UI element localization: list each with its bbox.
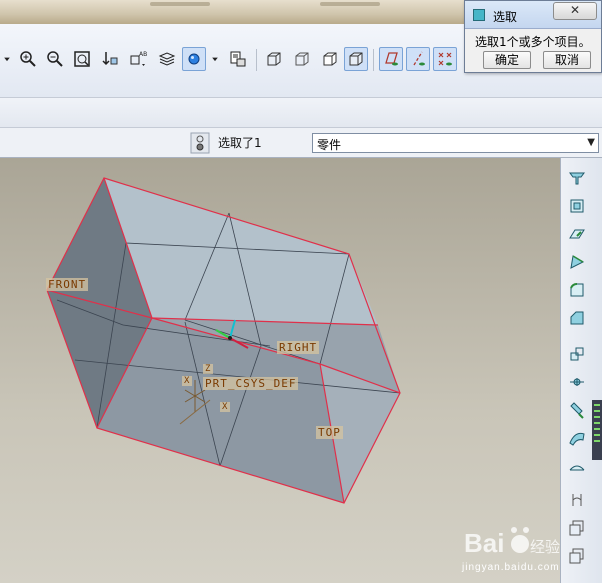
shading-icon[interactable] [344, 47, 368, 71]
toolbar-separator [373, 49, 374, 71]
csys-label[interactable]: PRT_CSYS_DEF [203, 377, 299, 390]
shell-icon[interactable] [564, 222, 590, 246]
zoom-in-icon[interactable] [16, 47, 40, 71]
sweep-icon[interactable] [564, 426, 590, 450]
close-icon: ✕ [569, 3, 581, 17]
zoom-out-icon[interactable] [43, 47, 67, 71]
toolbar-separator [256, 49, 257, 71]
refit-icon[interactable] [70, 47, 94, 71]
surface-icon[interactable] [564, 454, 590, 478]
chevron-down-icon: ▼ [587, 137, 595, 148]
dialog-title-bar[interactable]: 选取 ✕ [465, 1, 601, 29]
no-hidden-icon[interactable] [318, 47, 342, 71]
datum-axes-icon[interactable] [406, 47, 430, 71]
datum-label-front[interactable]: FRONT [46, 278, 89, 291]
appearance-icon[interactable] [182, 47, 206, 71]
csys-axis-x-label: X [182, 376, 193, 386]
selection-status-bar: 选取了1 零件 ▼ [0, 128, 602, 158]
saved-views-icon[interactable]: AB [126, 47, 150, 71]
svg-text:AB: AB [139, 51, 147, 58]
datum-label-top[interactable]: TOP [316, 426, 343, 439]
feature-toolbar [560, 158, 602, 583]
extrude-icon[interactable] [564, 166, 590, 190]
chamfer-icon[interactable] [564, 306, 590, 330]
layers-icon[interactable] [155, 47, 179, 71]
datum-planes-icon[interactable] [379, 47, 403, 71]
datum-label-right[interactable]: RIGHT [277, 341, 320, 354]
watermark-url: jingyan.baidu.com [462, 562, 560, 573]
dialog-app-icon [473, 9, 485, 21]
secondary-toolbar [0, 98, 602, 128]
svg-text:经验: 经验 [530, 538, 560, 556]
close-button[interactable]: ✕ [553, 2, 597, 20]
dialog-message: 选取1个或多个项目。 [475, 35, 591, 49]
csys-icon[interactable] [564, 516, 590, 540]
csys-axis-z-label: Z [203, 364, 214, 374]
select-dialog: 选取 ✕ 选取1个或多个项目。 确定 取消 [464, 0, 602, 73]
appearance-dropdown-icon[interactable] [208, 47, 222, 71]
csys-axis-x2-label: X [220, 402, 231, 412]
trim-icon[interactable] [564, 398, 590, 422]
title-decoration [320, 2, 380, 6]
hidden-line-icon[interactable] [290, 47, 314, 71]
selection-filter-select[interactable]: 零件 ▼ [312, 133, 599, 153]
wireframe-icon[interactable] [262, 47, 286, 71]
datum-points-icon[interactable] [433, 47, 457, 71]
ok-button[interactable]: 确定 [483, 51, 531, 69]
sketch-icon[interactable] [564, 544, 590, 568]
model-tree-icon[interactable] [226, 47, 250, 71]
smart-filter-icon[interactable] [190, 132, 210, 154]
selection-count-text: 选取了1 [218, 136, 262, 150]
title-decoration [150, 2, 210, 6]
svg-text:Bai: Bai [464, 528, 504, 558]
reorient-icon[interactable] [98, 47, 122, 71]
cancel-button[interactable]: 取消 [543, 51, 591, 69]
progress-meter [592, 400, 602, 460]
dropdown-arrow-icon[interactable] [0, 47, 14, 71]
pattern-icon[interactable] [564, 370, 590, 394]
selection-filter-value: 零件 [317, 138, 342, 152]
dialog-title: 选取 [493, 10, 518, 24]
datum-plane-icon[interactable] [564, 488, 590, 512]
hole-icon[interactable] [564, 194, 590, 218]
round-icon[interactable] [564, 278, 590, 302]
rib-icon[interactable] [564, 250, 590, 274]
mirror-icon[interactable] [564, 342, 590, 366]
